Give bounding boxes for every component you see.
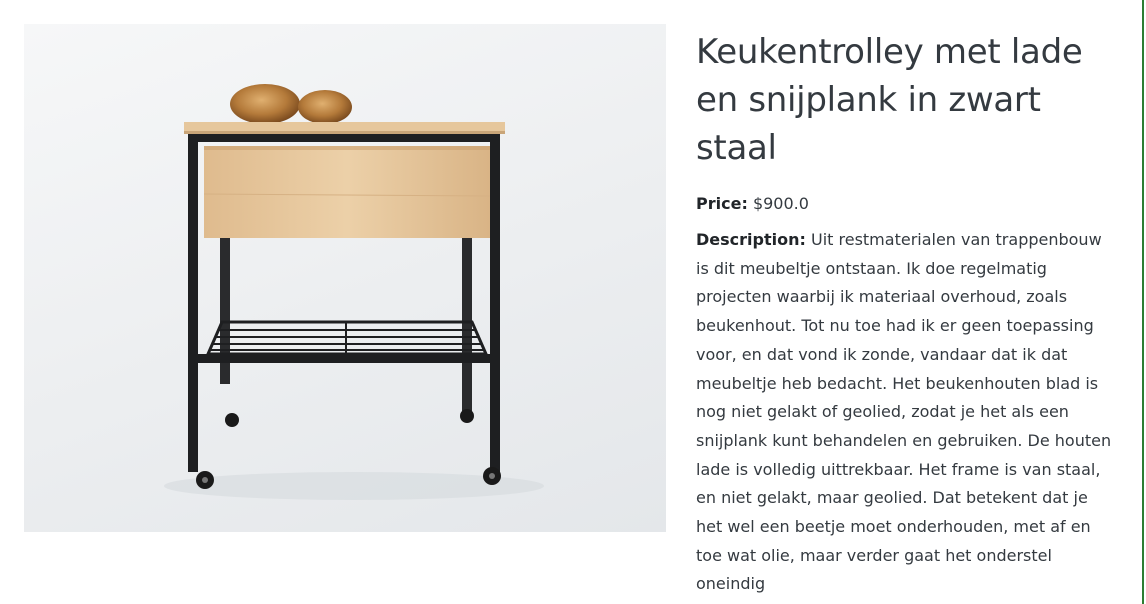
product-info: Keukentrolley met lade en snijplank in z… bbox=[696, 28, 1116, 599]
description-label: Description: bbox=[696, 230, 806, 249]
right-edge-border bbox=[1142, 0, 1144, 604]
bread-loaf bbox=[298, 90, 352, 124]
price-label: Price: bbox=[696, 194, 748, 213]
steel-leg bbox=[490, 134, 500, 472]
caster-wheel bbox=[460, 409, 474, 423]
caster-wheel bbox=[225, 413, 239, 427]
bread-loaf bbox=[230, 84, 300, 124]
product-title: Keukentrolley met lade en snijplank in z… bbox=[696, 32, 1083, 168]
wooden-drawer bbox=[204, 146, 490, 238]
product-description: Description: Uit restmaterialen van trap… bbox=[696, 226, 1116, 599]
product-price: Price: $900.0 bbox=[696, 190, 1116, 218]
product-image bbox=[24, 24, 666, 532]
price-value: $900.0 bbox=[752, 194, 809, 213]
steel-leg bbox=[188, 134, 198, 472]
description-text: Uit restmaterialen van trappenbouw is di… bbox=[696, 230, 1112, 594]
